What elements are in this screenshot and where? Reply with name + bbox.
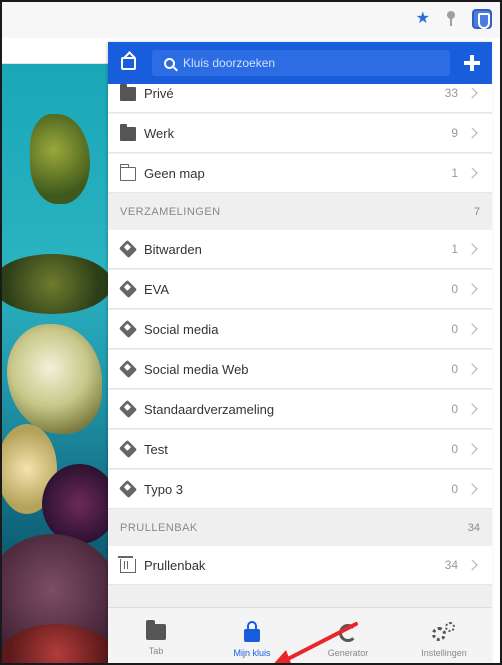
chevron-right-icon xyxy=(466,403,478,415)
folder-row-geen-map[interactable]: Geen map 1 xyxy=(108,154,492,193)
star-icon[interactable]: ★ xyxy=(416,9,430,29)
tab-label: Mijn kluis xyxy=(233,648,271,658)
folder-count: 33 xyxy=(444,86,458,100)
collection-count: 0 xyxy=(451,482,458,496)
search-icon xyxy=(164,57,175,69)
browser-toolbar: ★ xyxy=(2,2,500,38)
lock-icon xyxy=(244,621,260,642)
screenshot-frame: ★ Privé xyxy=(0,0,502,665)
tab-label: Tab xyxy=(148,646,164,656)
pop-out-icon[interactable] xyxy=(120,51,138,71)
folder-row-prive[interactable]: Privé 33 xyxy=(108,84,492,113)
add-item-button[interactable] xyxy=(462,53,482,73)
collection-row-bitwarden[interactable]: Bitwarden 1 xyxy=(108,230,492,269)
tab-generator[interactable]: Generator xyxy=(300,608,396,663)
chevron-right-icon xyxy=(466,483,478,495)
ocean-background-image xyxy=(2,64,110,663)
browser-page-right-strip xyxy=(492,38,500,663)
collection-count: 0 xyxy=(451,442,458,456)
trash-section-header: PRULLENBAK 34 xyxy=(108,510,492,546)
folder-label: Geen map xyxy=(144,165,205,181)
folder-count: 9 xyxy=(451,126,458,140)
collection-count: 0 xyxy=(451,402,458,416)
folder-icon xyxy=(120,124,136,141)
tab-current-tab[interactable]: Tab xyxy=(108,608,204,663)
search-box[interactable] xyxy=(152,50,450,76)
collection-row-eva[interactable]: EVA 0 xyxy=(108,270,492,309)
collection-label: Bitwarden xyxy=(144,241,202,257)
folder-icon xyxy=(120,84,136,101)
section-count: 7 xyxy=(473,206,480,218)
refresh-icon xyxy=(339,624,357,642)
trash-count: 34 xyxy=(444,558,458,572)
collection-row-standaardverzameling[interactable]: Standaardverzameling 0 xyxy=(108,390,492,429)
chevron-right-icon xyxy=(466,243,478,255)
gears-icon xyxy=(432,622,456,642)
folder-count: 1 xyxy=(451,166,458,180)
chevron-right-icon xyxy=(466,559,478,571)
cube-icon xyxy=(118,239,138,259)
trash-icon xyxy=(118,556,136,573)
chevron-right-icon xyxy=(466,283,478,295)
collection-count: 0 xyxy=(451,282,458,296)
folder-label: Privé xyxy=(144,85,174,101)
tab-my-vault[interactable]: Mijn kluis xyxy=(204,608,300,663)
folder-label: Werk xyxy=(144,125,175,141)
section-title: PRULLENBAK xyxy=(120,522,198,534)
collection-row-social-media[interactable]: Social media 0 xyxy=(108,310,492,349)
chevron-right-icon xyxy=(466,363,478,375)
extension-icons: ★ xyxy=(416,9,492,29)
pin-icon[interactable] xyxy=(444,10,458,28)
collection-label: Typo 3 xyxy=(144,481,184,497)
collection-row-test[interactable]: Test 0 xyxy=(108,430,492,469)
cube-icon xyxy=(118,319,138,339)
trash-label: Prullenbak xyxy=(144,557,206,573)
tab-label: Generator xyxy=(327,648,369,658)
folder-row-werk[interactable]: Werk 9 xyxy=(108,114,492,153)
vault-list: Privé 33 Werk 9 Geen map 1 VERZAMELINGEN… xyxy=(108,84,492,607)
section-count: 34 xyxy=(467,522,480,534)
bitwarden-popup: Privé 33 Werk 9 Geen map 1 VERZAMELINGEN… xyxy=(108,42,492,663)
tab-settings[interactable]: Instellingen xyxy=(396,608,492,663)
collection-label: Social media xyxy=(144,321,219,337)
popup-header xyxy=(108,42,492,84)
collection-row-social-media-web[interactable]: Social media Web 0 xyxy=(108,350,492,389)
cube-icon xyxy=(118,279,138,299)
collection-count: 0 xyxy=(451,362,458,376)
folder-icon xyxy=(146,620,166,640)
chevron-right-icon xyxy=(466,167,478,179)
cube-icon xyxy=(118,399,138,419)
trash-row[interactable]: Prullenbak 34 xyxy=(108,546,492,585)
collection-count: 0 xyxy=(451,322,458,336)
cube-icon xyxy=(118,359,138,379)
chevron-right-icon xyxy=(466,127,478,139)
chevron-right-icon xyxy=(466,87,478,99)
collection-label: Test xyxy=(144,441,168,457)
search-input[interactable] xyxy=(183,56,423,70)
cube-icon xyxy=(118,439,138,459)
tab-label: Instellingen xyxy=(421,648,467,658)
collection-label: Standaardverzameling xyxy=(144,401,275,417)
section-title: VERZAMELINGEN xyxy=(120,206,221,218)
bottom-tab-bar: Tab Mijn kluis Generator Instellingen xyxy=(108,607,492,663)
collection-label: EVA xyxy=(144,281,170,297)
collection-label: Social media Web xyxy=(144,361,249,377)
chevron-right-icon xyxy=(466,443,478,455)
cube-icon xyxy=(118,479,138,499)
folder-outline-icon xyxy=(119,164,136,181)
collections-section-header: VERZAMELINGEN 7 xyxy=(108,194,492,230)
chevron-right-icon xyxy=(466,323,478,335)
collection-count: 1 xyxy=(451,242,458,256)
bitwarden-extension-icon[interactable] xyxy=(472,9,492,29)
collection-row-typo-3[interactable]: Typo 3 0 xyxy=(108,470,492,509)
browser-page-strip xyxy=(2,38,112,64)
